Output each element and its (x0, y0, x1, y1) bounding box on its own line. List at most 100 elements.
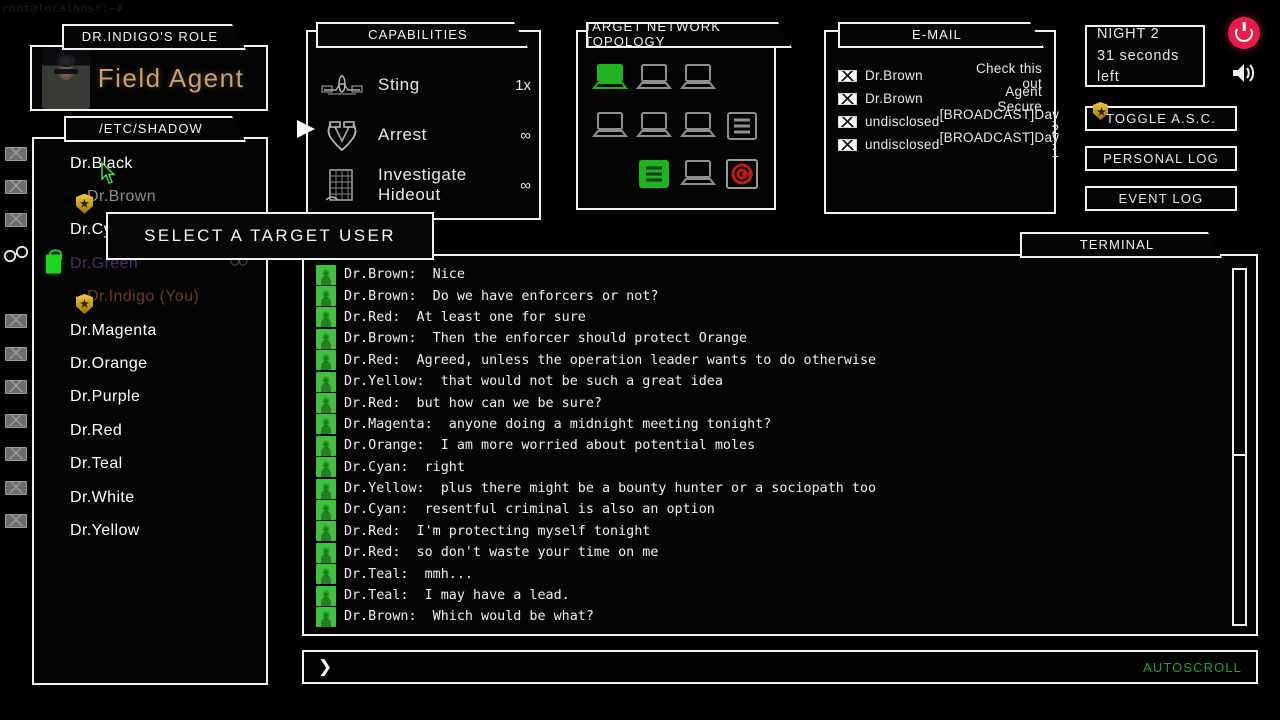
terminal-line: Dr.Brown: Do we have enforcers or not? (316, 285, 1226, 307)
user-rail-cell[interactable] (0, 304, 32, 337)
user-list-header-label: /etc/shadow (99, 120, 203, 136)
personal-log-button[interactable]: PERSONAL LOG (1085, 146, 1237, 171)
topology-header: TARGET NETWORK TOPOLOGY (586, 22, 792, 48)
mouse-cursor (101, 162, 116, 184)
avatar-icon (316, 457, 336, 478)
user-rail-cell[interactable] (0, 438, 32, 471)
user-rail-cell[interactable] (0, 170, 32, 203)
user-list-item[interactable]: Dr.Orange (40, 347, 260, 380)
capability-label: Investigate Hideout (378, 165, 467, 204)
shield-icon (76, 293, 93, 314)
window-titlebar-text: root@localhost:~# (2, 2, 124, 15)
user-list-item[interactable]: Dr.White (40, 481, 260, 514)
user-list-item[interactable]: Dr.Brown (40, 180, 260, 214)
user-list-item[interactable]: Dr.Teal (40, 448, 260, 481)
capability-label: Arrest (378, 125, 427, 144)
user-list-item[interactable]: Dr.Magenta (40, 314, 260, 347)
user-rail-cell[interactable] (0, 471, 32, 504)
terminal-message: Dr.Red: Agreed, unless the operation lea… (344, 352, 877, 368)
capability-item[interactable]: Arrest ∞ (318, 110, 531, 160)
select-target-tooltip: SELECT A TARGET USER (106, 212, 434, 260)
envelope-icon[interactable] (5, 180, 27, 195)
email-row[interactable]: undisclosed [BROADCAST]Day 1 (838, 130, 1059, 160)
power-icon[interactable] (1228, 17, 1260, 49)
capability-item[interactable]: Sting 1x (318, 60, 531, 110)
envelope-icon[interactable] (5, 480, 27, 495)
user-rail-cell[interactable] (0, 404, 32, 437)
terminal-panel: Dr.Brown: Nice Dr.Brown: Do we have enfor… (302, 254, 1258, 636)
topology-node-laptop[interactable] (591, 110, 629, 147)
user-rail-cell[interactable] (0, 237, 32, 270)
capability-item[interactable]: Investigate Hideout ∞ (318, 160, 531, 210)
user-name: Dr.Orange (70, 355, 148, 373)
terminal-line: Dr.Yellow: that would not be such a grea… (316, 371, 1226, 392)
topology-node-disk[interactable] (723, 158, 761, 195)
terminal-input-bar[interactable]: ❯ AUTOSCROLL (302, 650, 1258, 684)
user-rail-cell[interactable] (0, 337, 32, 370)
terminal-message: Dr.Red: but how can we be sure? (344, 395, 602, 411)
user-list-item[interactable]: Dr.Indigo (You) (40, 281, 260, 314)
terminal-scrollbar-thumb[interactable] (1234, 454, 1245, 624)
handcuffs-icon[interactable] (3, 245, 29, 263)
envelope-icon[interactable] (5, 513, 27, 528)
avatar-icon (316, 585, 336, 606)
selection-arrow-icon (297, 120, 315, 138)
user-name: Dr.White (70, 488, 135, 506)
topology-node-server[interactable] (723, 110, 761, 147)
topology-node-laptop[interactable] (679, 62, 717, 99)
role-panel-header-label: Dr.Indigo's role (81, 28, 219, 44)
user-rail-cell[interactable] (0, 204, 32, 237)
terminal-line: Dr.Yellow: plus there might be a bounty … (316, 478, 1226, 499)
topology-node-laptop[interactable] (635, 110, 673, 147)
user-rail-cell[interactable] (0, 371, 32, 404)
terminal-message: Dr.Brown: Then the enforcer should prote… (344, 331, 748, 347)
user-name: Dr.Yellow (70, 521, 140, 539)
capabilities-header-label: CAPABILITIES (368, 26, 468, 42)
user-name: Dr.Red (70, 421, 123, 439)
timer-label: 31 seconds left (1097, 47, 1180, 85)
personal-log-label: PERSONAL LOG (1103, 151, 1219, 166)
topology-node-server[interactable] (635, 158, 673, 195)
topology-node-laptop[interactable] (635, 62, 673, 99)
avatar-icon (316, 499, 336, 520)
prompt-chevron-icon: ❯ (318, 657, 333, 676)
tooltip-label: SELECT A TARGET USER (144, 226, 396, 245)
autoscroll-toggle[interactable]: AUTOSCROLL (1143, 660, 1242, 675)
envelope-icon (838, 92, 857, 105)
capabilities-list: Sting 1x Arrest ∞ Investigate Hideout ∞ (318, 60, 531, 210)
envelope-icon (838, 115, 857, 128)
envelope-icon[interactable] (5, 347, 27, 362)
envelope-icon[interactable] (5, 146, 27, 161)
terminal-line: Dr.Teal: I may have a lead. (316, 585, 1226, 606)
terminal-line: Dr.Brown: Nice (316, 264, 1226, 285)
envelope-icon[interactable] (5, 413, 27, 428)
avatar-icon (316, 393, 336, 414)
toggle-asc-button[interactable]: TOGGLE A.S.C. (1085, 102, 1237, 131)
envelope-icon[interactable] (5, 213, 27, 228)
capability-count: 1x (515, 76, 531, 94)
user-list-item[interactable]: Dr.Purple (40, 381, 260, 414)
terminal-scrollbar[interactable] (1232, 268, 1247, 626)
topology-node-laptop[interactable] (591, 62, 629, 99)
email-header-label: E-MAIL (912, 26, 962, 42)
envelope-icon[interactable] (5, 447, 27, 462)
topology-node-laptop[interactable] (679, 158, 717, 195)
terminal-log: Dr.Brown: Nice Dr.Brown: Do we have enfor… (316, 264, 1226, 628)
email-sender: Dr.Brown (865, 91, 923, 106)
topology-grid (588, 56, 764, 200)
user-list-item[interactable]: Dr.Yellow (40, 514, 260, 547)
topology-node-laptop[interactable] (679, 110, 717, 147)
envelope-icon[interactable] (5, 380, 27, 395)
role-panel: Field Agent (30, 45, 268, 111)
speaker-icon[interactable] (1231, 61, 1257, 85)
event-log-button[interactable]: EVENT LOG (1085, 186, 1237, 211)
user-rail-cell[interactable] (0, 137, 32, 170)
role-panel-header: Dr.Indigo's role (62, 24, 246, 50)
terminal-header-label: TERMINAL (1079, 236, 1155, 252)
user-list-item[interactable]: Dr.Red (40, 414, 260, 447)
capability-count: ∞ (520, 126, 531, 144)
envelope-icon[interactable] (5, 313, 27, 328)
terminal-message: Dr.Brown: Nice (344, 267, 465, 283)
user-rail-cell[interactable] (0, 504, 32, 537)
user-list-item[interactable]: Dr.Black (40, 147, 260, 180)
